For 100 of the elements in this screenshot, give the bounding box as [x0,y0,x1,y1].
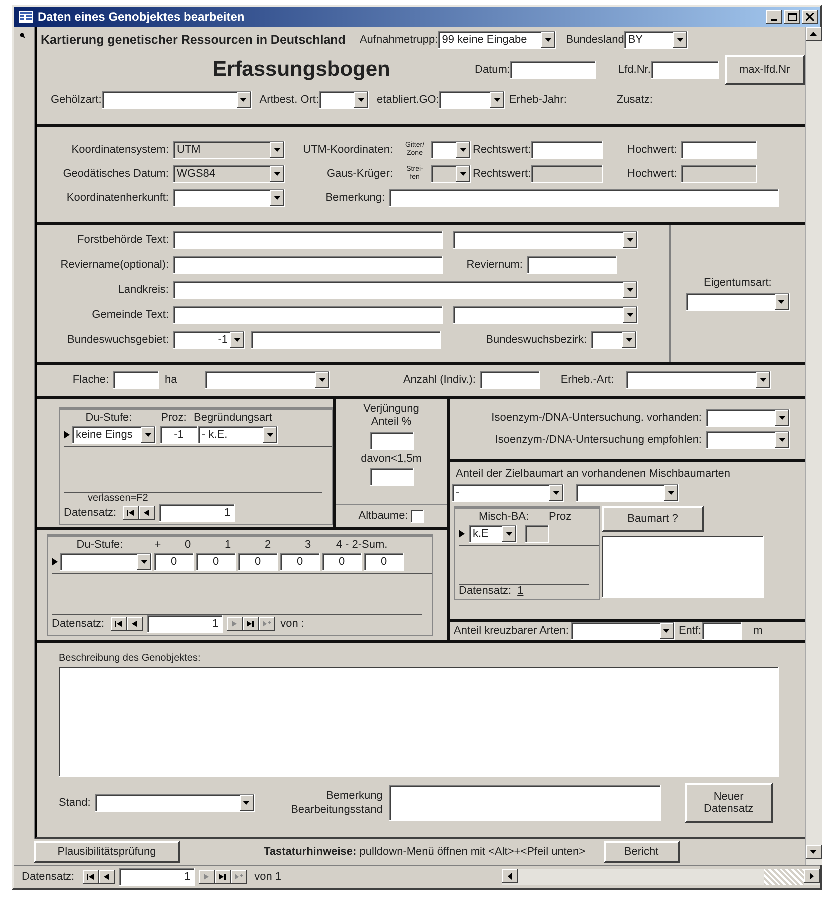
text-field[interactable] [531,141,604,159]
max-number-button[interactable]: max-lfd.Nr [724,55,805,85]
text-field[interactable] [702,622,742,640]
first-record-button[interactable] [122,506,139,520]
scroll-thumb[interactable] [764,869,804,885]
dropdown[interactable] [686,292,790,310]
field-label: Gemeinde Text: [91,309,170,321]
text-field[interactable] [389,189,779,207]
previous-record-button[interactable] [138,506,155,520]
vertical-scrollbar[interactable] [804,27,822,865]
field-label: Gaus-Krüger: [326,168,394,180]
dropdown[interactable] [173,281,638,299]
scroll-left-button[interactable] [502,869,518,883]
tree-species-button[interactable]: Baumart ? [602,506,704,532]
record-number-field[interactable]: 1 [146,615,223,633]
text-field[interactable] [527,256,617,274]
dropdown[interactable]: -1 [173,331,245,349]
dropdown[interactable]: BY [624,31,688,49]
minimize-button[interactable] [766,10,782,24]
horizontal-scrollbar[interactable] [502,869,820,885]
text-field[interactable]: 0 [196,553,236,571]
scroll-down-button[interactable] [806,845,822,859]
text-field[interactable] [510,61,596,79]
scroll-right-button[interactable] [804,869,820,883]
previous-record-button[interactable] [98,870,115,884]
new-record-button[interactable] [258,617,275,631]
text-field[interactable] [173,256,443,274]
scroll-up-button[interactable] [806,27,822,41]
dropdown[interactable] [60,553,152,571]
next-record-button[interactable] [198,870,215,884]
unit-label: ha [165,374,178,386]
next-record-button[interactable] [226,617,243,631]
text-field[interactable]: 0 [154,553,194,571]
previous-record-button[interactable] [126,617,143,631]
dropdown[interactable]: keine Eings [72,426,156,444]
dropdown[interactable] [439,91,506,109]
dropdown[interactable]: 99 keine Eingabe [438,31,556,49]
text-field[interactable]: 0 [280,553,320,571]
last-record-button[interactable] [214,870,231,884]
caret-icon [552,490,560,495]
dropdown[interactable] [570,622,675,640]
maximize-icon [788,13,796,21]
text-field[interactable] [251,331,441,349]
text-field[interactable]: 0 [322,553,362,571]
dropdown[interactable] [626,371,771,389]
text-field[interactable] [525,524,549,543]
dropdown[interactable] [706,408,790,427]
text-field[interactable] [113,371,159,389]
dropdown[interactable] [453,231,638,249]
report-button[interactable]: Bericht [604,841,680,863]
text-field[interactable] [650,61,719,79]
field-label: etabliert.GO: [377,94,440,106]
text-field[interactable] [370,468,414,486]
field-label: Hochwert: [626,144,678,156]
text-field[interactable] [370,432,414,450]
column-header: Begründungsart [194,411,272,425]
field-label: Verjüngung Anteil % [362,403,420,429]
text-field[interactable] [173,231,443,249]
text-field[interactable] [480,371,540,389]
dropdown[interactable] [591,331,637,349]
dropdown[interactable] [576,484,679,502]
maximize-button[interactable] [784,10,800,24]
checkbox[interactable] [411,510,424,522]
field-label: Lfd.Nr. [618,64,651,76]
dropdown[interactable] [173,189,285,207]
dropdown[interactable] [94,794,255,812]
close-button[interactable] [802,10,818,24]
text-field[interactable]: 0 [364,553,404,571]
dropdown[interactable] [453,306,638,324]
window-title: Daten eines Genobjektes bearbeiten [38,10,245,24]
text-field[interactable]: 0 [238,553,278,571]
text-area[interactable] [602,536,764,598]
first-record-button[interactable] [110,617,127,631]
field-label: Altbaume: [358,510,408,522]
dropdown[interactable]: - [452,484,564,502]
field-label: Bemerkung Bearbeitungsstand [290,789,383,817]
dropdown[interactable] [205,371,330,389]
dropdown[interactable] [431,141,471,159]
caret-icon [760,378,766,382]
text-field[interactable]: -1 [160,426,198,444]
caret-icon [240,98,248,102]
dropdown[interactable] [319,91,370,109]
dropdown[interactable] [706,430,790,449]
caret-icon [544,38,552,42]
plausibility-check-button[interactable]: Plausibilitätsprüfung [34,841,180,863]
last-record-button[interactable] [242,617,259,631]
dropdown[interactable]: k.E [469,524,517,543]
text-field[interactable] [388,785,661,821]
caret-icon [676,38,684,42]
text-field[interactable] [681,141,758,159]
field-label: Isoenzym-/DNA-Untersuchung empfohlen: [494,434,703,446]
new-record-button[interactable] [230,870,247,884]
record-number-field[interactable]: 1 [158,504,235,522]
text-field[interactable] [173,306,443,324]
dropdown[interactable] [102,91,252,109]
first-record-button[interactable] [82,870,99,884]
dropdown[interactable]: - k.E. [198,426,278,444]
form-icon [19,11,33,23]
record-number-field[interactable]: 1 [118,868,195,886]
new-record-button[interactable]: Neuer Datensatz [684,783,773,823]
